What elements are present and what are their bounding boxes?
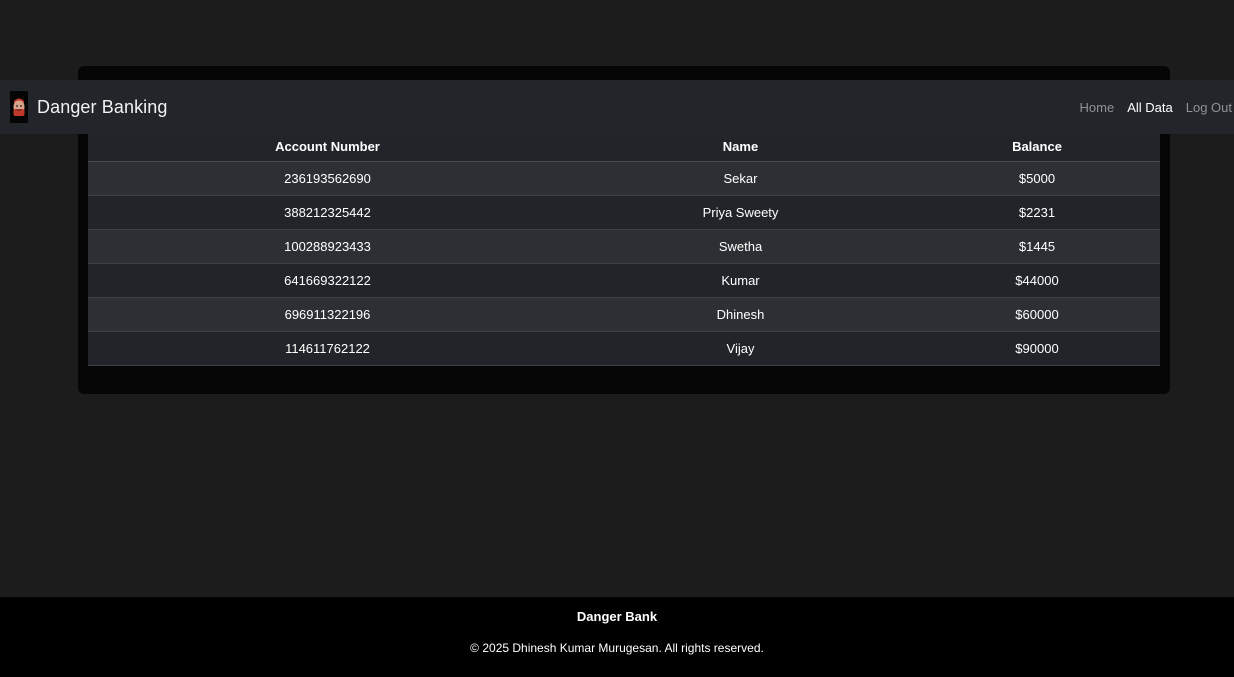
account-number-cell: 388212325442 <box>88 195 567 230</box>
name-cell: Sekar <box>567 161 914 196</box>
name-cell: Priya Sweety <box>567 195 914 230</box>
table-row: 696911322196 Dhinesh $60000 <box>88 297 1160 332</box>
account-number-cell: 696911322196 <box>88 297 567 332</box>
nav-link-home[interactable]: Home <box>1080 100 1115 115</box>
nav-links: Home All Data Log Out <box>1067 100 1234 115</box>
accounts-table-wrapper: Account Number Name Balance 236193562690… <box>88 126 1160 366</box>
name-cell: Kumar <box>567 263 914 298</box>
table-row: 388212325442 Priya Sweety $2231 <box>88 195 1160 230</box>
account-number-cell: 641669322122 <box>88 263 567 298</box>
accounts-table: Account Number Name Balance 236193562690… <box>88 126 1160 366</box>
nav-link-log-out[interactable]: Log Out <box>1186 100 1232 115</box>
nav-link-all-data[interactable]: All Data <box>1127 100 1173 115</box>
balance-cell: $5000 <box>914 161 1160 196</box>
navbar: Danger Banking Home All Data Log Out <box>0 80 1234 134</box>
balance-cell: $90000 <box>914 331 1160 366</box>
table-body: 236193562690 Sekar $5000 388212325442 Pr… <box>88 161 1160 366</box>
table-row: 236193562690 Sekar $5000 <box>88 161 1160 196</box>
balance-cell: $1445 <box>914 229 1160 264</box>
balance-cell: $44000 <box>914 263 1160 298</box>
brand[interactable]: Danger Banking <box>0 91 168 123</box>
dali-mask-icon <box>10 91 28 123</box>
table-row: 641669322122 Kumar $44000 <box>88 263 1160 298</box>
page: Danger Banking Home All Data Log Out Acc… <box>0 0 1234 677</box>
balance-cell: $2231 <box>914 195 1160 230</box>
footer-copyright: © 2025 Dhinesh Kumar Murugesan. All righ… <box>470 641 764 655</box>
footer-title: Danger Bank <box>576 609 658 624</box>
name-cell: Dhinesh <box>567 297 914 332</box>
footer: Danger Bank © 2025 Dhinesh Kumar Muruges… <box>0 597 1234 677</box>
account-number-cell: 236193562690 <box>88 161 567 196</box>
account-number-cell: 114611762122 <box>88 331 567 366</box>
table-row: 100288923433 Swetha $1445 <box>88 229 1160 264</box>
table-row: 114611762122 Vijay $90000 <box>88 331 1160 366</box>
balance-cell: $60000 <box>914 297 1160 332</box>
name-cell: Vijay <box>567 331 914 366</box>
name-cell: Swetha <box>567 229 914 264</box>
account-number-cell: 100288923433 <box>88 229 567 264</box>
brand-name: Danger Banking <box>37 96 168 117</box>
